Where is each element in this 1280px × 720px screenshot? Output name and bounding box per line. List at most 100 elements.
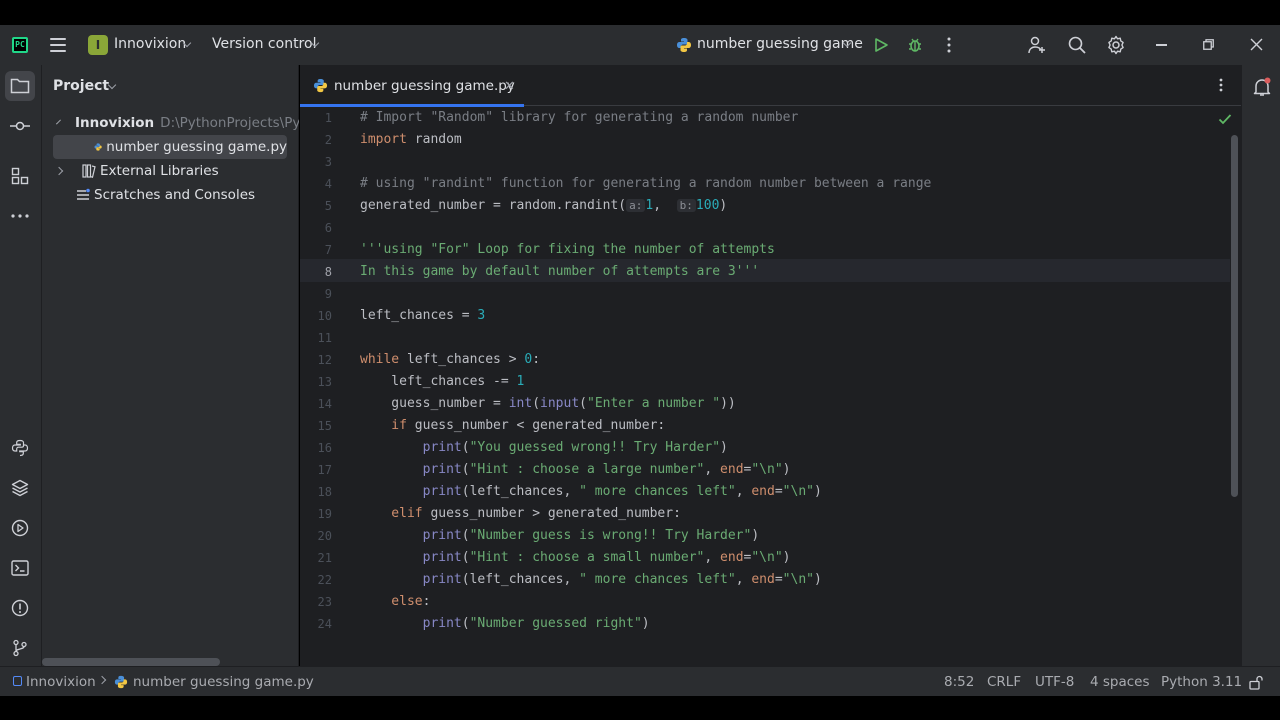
python-icon xyxy=(677,38,691,52)
gear-icon[interactable] xyxy=(1106,35,1126,55)
line-number: 24 xyxy=(317,617,332,631)
unlock-icon[interactable] xyxy=(1249,675,1263,690)
services-tool-button[interactable] xyxy=(5,513,35,543)
code-with-me-icon[interactable] xyxy=(1027,35,1047,55)
python-file-icon xyxy=(114,675,128,689)
scratches-icon xyxy=(77,188,90,200)
restore-icon[interactable] xyxy=(1203,39,1214,50)
python-interpreter[interactable]: Python 3.11 xyxy=(1161,674,1242,690)
code-line: left_chances -= 1 xyxy=(360,374,525,389)
more-actions-icon[interactable] xyxy=(946,36,952,54)
breadcrumb-file[interactable]: number guessing game.py xyxy=(133,674,314,690)
code-editor[interactable]: number guessing game.py ✕ 1 2 3 4 5 6 7 … xyxy=(300,65,1241,666)
line-number: 20 xyxy=(317,529,332,543)
more-tools-button[interactable] xyxy=(5,201,35,231)
expand-arrow-icon[interactable] xyxy=(56,119,61,124)
right-tool-strip xyxy=(1241,65,1280,666)
code-line: '''using "For" Loop for fixing the numbe… xyxy=(360,242,775,257)
code-line: print("Number guess is wrong!! Try Harde… xyxy=(360,528,760,543)
project-module-icon xyxy=(13,676,22,686)
git-tool-button[interactable] xyxy=(5,633,35,663)
code-line-current: In this game by default number of attemp… xyxy=(360,264,760,279)
python-packages-button[interactable] xyxy=(5,433,35,463)
project-panel: Project Innovixion D:\PythonProjects\Py … xyxy=(42,65,299,666)
code-area[interactable]: # Import "Random" library for generating… xyxy=(360,107,1230,643)
folder-icon xyxy=(10,78,30,94)
code-line: if guess_number < generated_number: xyxy=(360,418,666,433)
close-tab-icon[interactable]: ✕ xyxy=(504,79,515,94)
line-number: 14 xyxy=(317,397,332,411)
layers-icon xyxy=(11,479,29,497)
code-line: print(left_chances, " more chances left"… xyxy=(360,572,822,587)
run-icon[interactable] xyxy=(873,37,889,53)
project-tool-button[interactable] xyxy=(5,71,35,101)
structure-tool-button[interactable] xyxy=(5,161,35,191)
line-number: 2 xyxy=(324,133,332,147)
caret-position[interactable]: 8:52 xyxy=(944,674,974,690)
close-icon[interactable] xyxy=(1250,38,1263,51)
library-icon xyxy=(82,164,96,178)
git-branch-icon xyxy=(13,639,27,657)
line-number: 11 xyxy=(317,331,332,345)
code-line: import random xyxy=(360,132,462,147)
code-line: guess_number = int(input("Enter a number… xyxy=(360,396,736,411)
breadcrumb-project[interactable]: Innovixion xyxy=(26,674,96,690)
vertical-scrollbar[interactable] xyxy=(1231,135,1238,497)
no-problems-check-icon[interactable] xyxy=(1218,113,1232,125)
file-encoding[interactable]: UTF-8 xyxy=(1035,674,1074,690)
more-horizontal-icon xyxy=(11,214,29,218)
code-line: print("Hint : choose a small number", en… xyxy=(360,550,791,565)
code-line: else: xyxy=(360,594,431,609)
tree-item-label: Scratches and Consoles xyxy=(94,187,256,203)
problems-tool-button[interactable] xyxy=(5,593,35,623)
line-separator[interactable]: CRLF xyxy=(987,674,1021,690)
line-number: 9 xyxy=(324,287,332,301)
horizontal-scrollbar[interactable] xyxy=(42,658,220,666)
line-number: 13 xyxy=(317,375,332,389)
version-control-menu[interactable]: Version control xyxy=(212,36,316,52)
line-number: 7 xyxy=(324,243,332,257)
minimize-icon[interactable] xyxy=(1156,44,1167,46)
line-number: 17 xyxy=(317,463,332,477)
python-console-icon xyxy=(11,439,29,457)
line-number: 23 xyxy=(317,595,332,609)
left-tool-strip xyxy=(0,65,42,666)
indent-setting[interactable]: 4 spaces xyxy=(1090,674,1150,690)
code-line: print("You guessed wrong!! Try Harder") xyxy=(360,440,728,455)
commit-tool-button[interactable] xyxy=(5,111,35,141)
editor-tab-label: number guessing game.py xyxy=(334,77,515,94)
tree-item-project-root[interactable]: Innovixion D:\PythonProjects\Py xyxy=(42,111,299,135)
expand-arrow-icon[interactable] xyxy=(54,166,64,176)
line-number: 22 xyxy=(317,573,332,587)
project-panel-title[interactable]: Project xyxy=(53,78,109,94)
tree-item-external-libraries[interactable]: External Libraries xyxy=(42,159,299,183)
tree-item-scratches[interactable]: Scratches and Consoles xyxy=(42,183,299,207)
editor-tab[interactable]: number guessing game.py ✕ xyxy=(300,65,524,107)
layers-tool-button[interactable] xyxy=(5,473,35,503)
line-number: 1 xyxy=(324,111,332,125)
problems-icon xyxy=(11,599,29,617)
terminal-tool-button[interactable] xyxy=(5,553,35,583)
services-icon xyxy=(11,519,29,537)
tab-options-icon[interactable] xyxy=(1218,77,1224,93)
pycharm-logo-icon: PC xyxy=(12,37,28,53)
param-hint: a: xyxy=(626,199,646,212)
project-switcher[interactable]: Innovixion xyxy=(114,36,186,52)
code-line: left_chances = 3 xyxy=(360,308,486,323)
line-number: 6 xyxy=(324,221,332,235)
tree-item-python-file[interactable]: number guessing game.py xyxy=(53,135,287,159)
run-configuration-selector[interactable]: number guessing game xyxy=(697,36,863,52)
debug-icon[interactable] xyxy=(906,36,924,54)
commit-icon xyxy=(10,121,30,131)
code-line: print("Number guessed right") xyxy=(360,616,650,631)
search-icon[interactable] xyxy=(1067,35,1087,55)
notifications-bell-icon[interactable] xyxy=(1252,77,1272,97)
line-number-gutter: 1 2 3 4 5 6 7 8 9 10 11 12 13 14 15 16 1… xyxy=(300,107,346,643)
project-badge[interactable]: I xyxy=(88,35,108,55)
line-number: 21 xyxy=(317,551,332,565)
line-number: 10 xyxy=(317,309,332,323)
code-line: # using "randint" function for generatin… xyxy=(360,176,932,191)
code-line: print(left_chances, " more chances left"… xyxy=(360,484,822,499)
main-menu-icon[interactable] xyxy=(50,38,66,52)
tree-item-label: number guessing game.py xyxy=(106,139,287,155)
